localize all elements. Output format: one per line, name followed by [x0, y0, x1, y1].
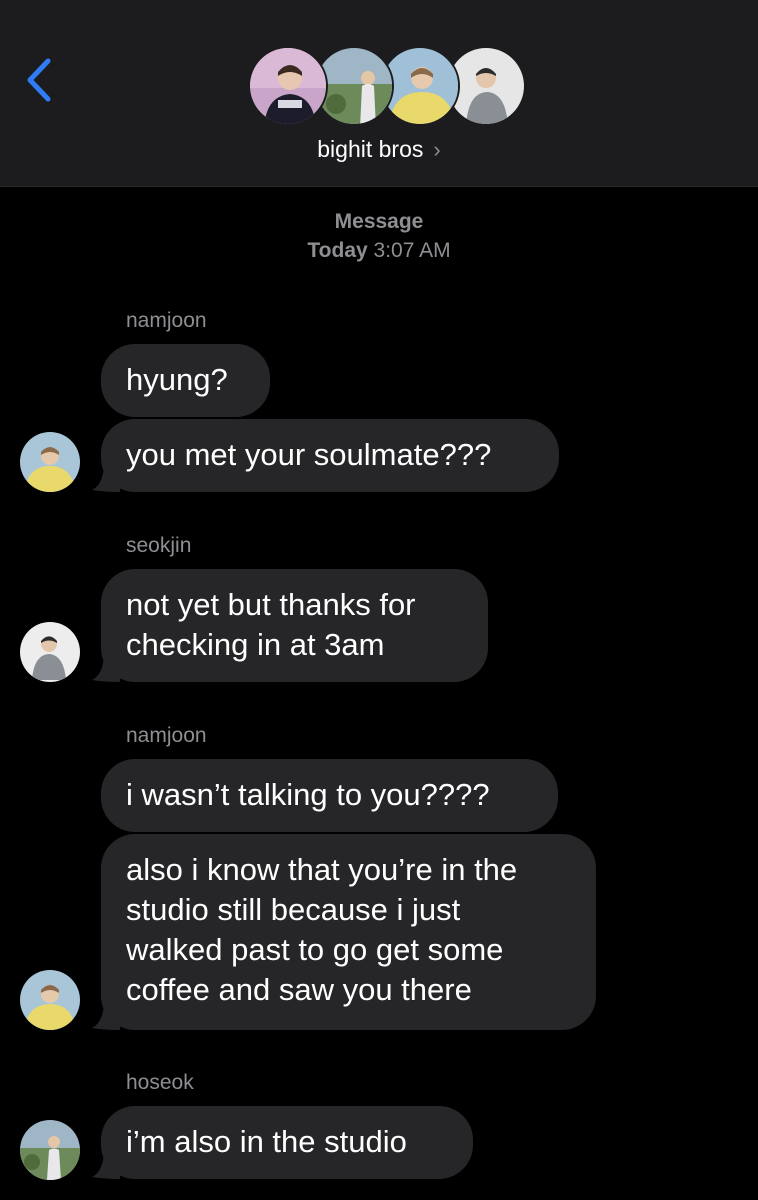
message-bubble[interactable]: not yet but thanks for checking in at 3a…	[101, 569, 488, 682]
back-button[interactable]	[14, 50, 64, 110]
member-avatar	[248, 46, 328, 126]
message-bubble[interactable]: also i know that you’re in the studio st…	[101, 834, 596, 1030]
group-name: bighit bros	[317, 136, 424, 162]
sender-name: namjoon	[126, 309, 207, 332]
sender-avatar[interactable]	[20, 432, 80, 492]
bubble-tail	[92, 1149, 120, 1179]
timestamp: Today 3:07 AM	[0, 239, 758, 263]
message-label: Message	[334, 210, 424, 233]
sender-avatar[interactable]	[20, 622, 80, 682]
bubble-tail	[92, 1000, 120, 1030]
bubble-tail	[92, 652, 120, 682]
timestamp-time: 3:07 AM	[373, 239, 451, 262]
group-name-button[interactable]: bighit bros ›	[0, 136, 758, 163]
chevron-left-icon	[27, 58, 51, 102]
sender-name: namjoon	[126, 724, 207, 747]
message-bubble[interactable]: i’m also in the studio	[101, 1106, 473, 1179]
bubble-tail	[92, 462, 120, 492]
sender-name: seokjin	[126, 534, 192, 557]
group-avatars[interactable]	[248, 46, 526, 128]
timestamp-day: Today	[307, 239, 368, 262]
sender-avatar[interactable]	[20, 970, 80, 1030]
sender-name: hoseok	[126, 1071, 194, 1094]
message-bubble[interactable]: hyung?	[101, 344, 270, 417]
chevron-right-icon: ›	[433, 137, 441, 162]
conversation-header: bighit bros ›	[0, 0, 758, 187]
message-bubble[interactable]: you met your soulmate???	[101, 419, 559, 492]
message-bubble[interactable]: i wasn’t talking to you????	[101, 759, 558, 832]
sender-avatar[interactable]	[20, 1120, 80, 1180]
